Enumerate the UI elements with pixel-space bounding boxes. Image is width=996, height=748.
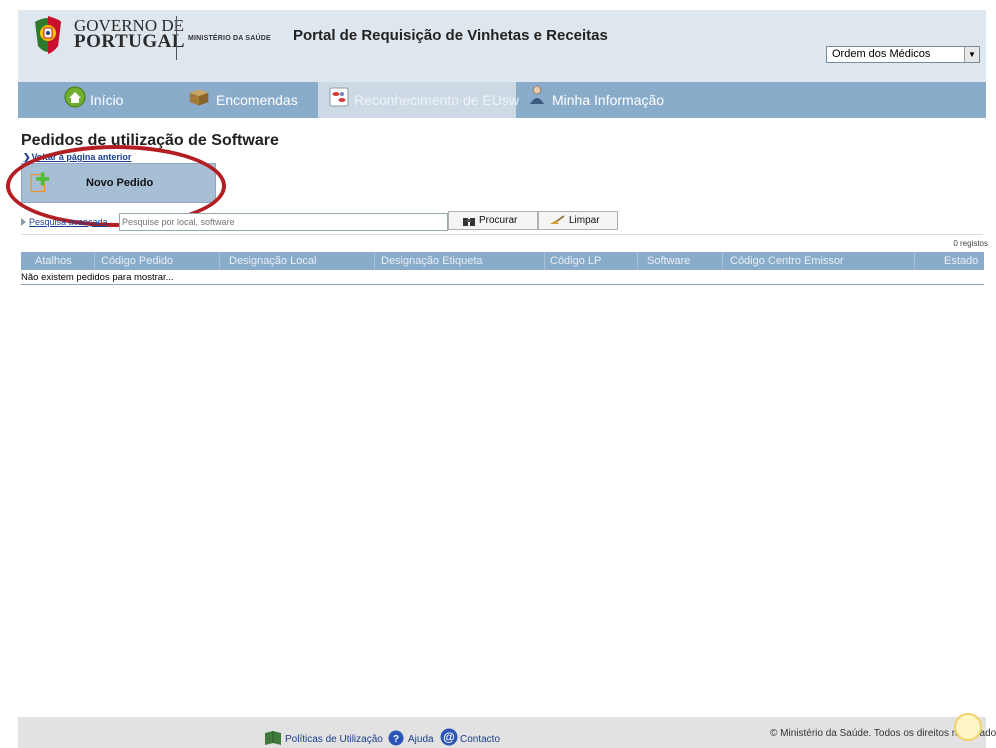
column-header-designacao-etiqueta[interactable]: Designação Etiqueta <box>381 252 483 270</box>
help-link[interactable]: Ajuda <box>408 734 434 745</box>
clear-button[interactable]: Limpar <box>538 211 618 230</box>
column-separator <box>544 252 545 270</box>
divider <box>21 234 983 235</box>
column-separator <box>914 252 915 270</box>
book-icon <box>265 731 281 745</box>
table-bottom-border <box>21 284 984 285</box>
column-separator <box>637 252 638 270</box>
search-button[interactable]: Procurar <box>448 211 538 230</box>
clear-button-label: Limpar <box>569 215 600 226</box>
nav-label-reconhecimento: Reconhecimento de EUsw <box>354 92 519 108</box>
nav-label-minha-informacao: Minha Informação <box>552 92 665 108</box>
logo-line2: PORTUGAL <box>74 31 186 52</box>
nav-item-minha-informacao[interactable]: Minha Informação <box>526 82 686 118</box>
table-header: Atalhos Código Pedido Designação Local D… <box>21 252 984 270</box>
binoculars-icon <box>463 218 475 226</box>
column-separator <box>722 252 723 270</box>
help-icon: ? <box>388 730 404 746</box>
nav-label-inicio: Início <box>90 92 124 108</box>
organization-select[interactable]: Ordem dos Médicos ▼ <box>826 46 980 63</box>
empty-table-message: Não existem pedidos para mostrar... <box>21 272 174 283</box>
column-header-designacao-local[interactable]: Designação Local <box>229 252 316 270</box>
search-button-label: Procurar <box>479 215 518 226</box>
column-separator <box>219 252 220 270</box>
portugal-emblem-icon <box>35 16 61 54</box>
advanced-search-label: Pesquisa avançada <box>29 217 108 227</box>
page: GOVERNO DE PORTUGAL MINISTÉRIO DA SAÚDE … <box>6 10 996 748</box>
pills-icon <box>329 87 349 107</box>
column-header-software[interactable]: Software <box>647 252 690 270</box>
chevron-down-icon[interactable]: ▼ <box>964 47 979 62</box>
triangle-right-icon <box>21 218 26 226</box>
column-separator <box>94 252 95 270</box>
nav-item-inicio[interactable]: Início <box>60 82 180 118</box>
cursor-highlight <box>954 713 982 741</box>
column-header-estado[interactable]: Estado <box>944 252 978 270</box>
column-header-codigo-pedido[interactable]: Código Pedido <box>101 252 173 270</box>
column-header-codigo-lp[interactable]: Código LP <box>550 252 601 270</box>
broom-icon <box>550 215 565 224</box>
organization-select-value: Ordem dos Médicos <box>832 48 931 60</box>
column-header-codigo-centro-emissor[interactable]: Código Centro Emissor <box>730 252 844 270</box>
contact-link[interactable]: Contacto <box>460 734 500 745</box>
portal-title: Portal de Requisição de Vinhetas e Recei… <box>293 27 608 44</box>
svg-text:?: ? <box>393 734 399 745</box>
logo-text: GOVERNO DE PORTUGAL <box>74 17 186 52</box>
svg-text:@: @ <box>443 730 455 744</box>
record-count: 0 registos <box>953 239 988 248</box>
nav-item-reconhecimento[interactable]: Reconhecimento de EUsw <box>318 82 519 118</box>
package-icon <box>189 89 209 106</box>
home-icon <box>64 86 86 108</box>
nav-item-encomendas[interactable]: Encomendas <box>186 82 316 118</box>
column-separator <box>374 252 375 270</box>
header-divider <box>176 16 177 60</box>
at-sign-icon: @ <box>440 728 458 746</box>
advanced-search-link[interactable]: Pesquisa avançada <box>21 217 108 227</box>
user-icon <box>530 85 544 104</box>
main-nav: Início Encomendas Reconhecimento de EUsw <box>18 82 986 118</box>
policies-link[interactable]: Políticas de Utilização <box>285 734 383 745</box>
column-header-atalhos[interactable]: Atalhos <box>35 252 72 270</box>
nav-label-encomendas: Encomendas <box>216 92 298 108</box>
ministry-label: MINISTÉRIO DA SAÚDE <box>188 35 271 42</box>
search-input[interactable] <box>119 213 448 231</box>
header: GOVERNO DE PORTUGAL MINISTÉRIO DA SAÚDE … <box>18 10 986 82</box>
